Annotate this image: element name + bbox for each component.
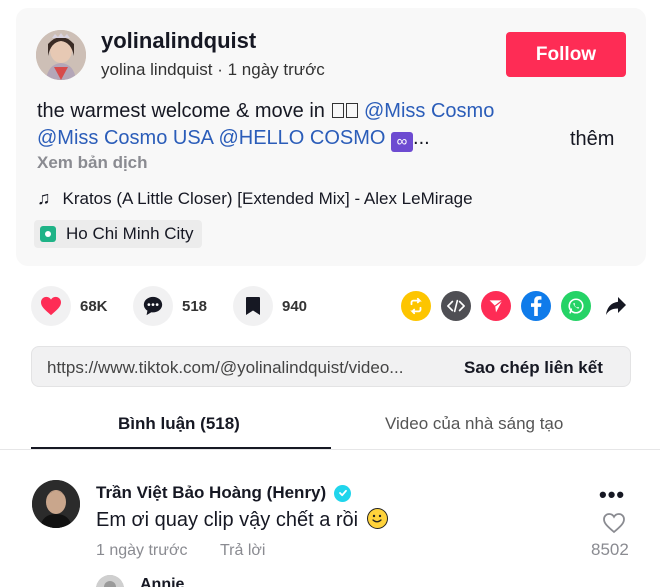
mention-link[interactable]: @Miss Cosmo — [364, 100, 494, 122]
separator-dot: · — [212, 60, 228, 79]
description-ellipsis: ... — [413, 127, 430, 149]
share-arrow-icon[interactable] — [601, 291, 631, 321]
like-count: 68K — [80, 297, 108, 315]
author-subline: yolina lindquist · 1 ngày trước — [101, 60, 325, 80]
tab-creator-videos[interactable]: Video của nhà sáng tạo — [385, 414, 563, 434]
smile-emoji-icon — [366, 508, 388, 529]
follow-button[interactable]: Follow — [506, 32, 626, 77]
bookmark-icon[interactable] — [233, 286, 273, 326]
description-line-2: @Miss Cosmo USA @HELLO COSMO ∞... — [37, 127, 430, 152]
heart-icon[interactable] — [31, 286, 71, 326]
location-label: Ho Chi Minh City — [66, 224, 194, 243]
verified-badge-icon — [334, 484, 352, 502]
see-translation-link[interactable]: Xem bản dịch — [37, 153, 148, 173]
comment-icon[interactable] — [133, 286, 173, 326]
description-line-1: the warmest welcome & move in @Miss Cosm… — [37, 100, 494, 123]
music-note-icon: ♫ — [37, 188, 51, 208]
comment-text: Em ơi quay clip vậy chết a rồi — [96, 509, 359, 531]
reply-author-name[interactable]: Annie — [140, 576, 184, 587]
like-action[interactable]: 68K — [31, 286, 108, 326]
facebook-icon[interactable] — [521, 291, 551, 321]
whatsapp-icon[interactable] — [561, 291, 591, 321]
tab-comments[interactable]: Bình luận (518) — [118, 414, 240, 434]
repost-icon[interactable] — [401, 291, 431, 321]
more-options-icon[interactable]: ••• — [599, 482, 625, 508]
see-more-link[interactable]: thêm — [570, 128, 614, 151]
reply-avatar[interactable] — [96, 575, 124, 587]
infinity-emoji-icon: ∞ — [391, 132, 414, 152]
author-display-name[interactable]: yolina lindquist — [101, 60, 213, 79]
music-title: Kratos (A Little Closer) [Extended Mix] … — [62, 188, 473, 208]
post-time: 1 ngày trước — [227, 60, 325, 79]
unknown-glyph-icon — [346, 103, 359, 118]
copy-link-button[interactable]: Sao chép liên kết — [464, 358, 603, 378]
video-url[interactable]: https://www.tiktok.com/@yolinalindquist/… — [47, 358, 403, 378]
location-pin-icon — [40, 226, 56, 242]
author-username[interactable]: yolinalindquist — [101, 28, 256, 54]
description-text: the warmest welcome & move in — [37, 100, 331, 122]
location-chip[interactable]: Ho Chi Minh City — [34, 220, 202, 248]
mention-link[interactable]: @HELLO COSMO — [218, 127, 385, 149]
save-count: 940 — [282, 297, 308, 315]
send-icon[interactable] — [481, 291, 511, 321]
music-link[interactable]: ♫ Kratos (A Little Closer) [Extended Mix… — [37, 188, 473, 209]
comment-count: 518 — [182, 297, 208, 315]
comment-like-icon[interactable] — [602, 512, 626, 539]
active-tab-indicator — [31, 447, 331, 449]
tab-divider — [0, 449, 660, 450]
comment-text-row: Em ơi quay clip vậy chết a rồi — [96, 508, 388, 532]
copy-link-box: https://www.tiktok.com/@yolinalindquist/… — [31, 346, 631, 387]
embed-icon[interactable] — [441, 291, 471, 321]
commenter-avatar[interactable] — [32, 480, 80, 528]
comment-like-count: 8502 — [591, 540, 629, 559]
unknown-glyph-icon — [332, 103, 345, 118]
mention-link[interactable]: @Miss Cosmo USA — [37, 127, 213, 149]
comment-action[interactable]: 518 — [133, 286, 207, 326]
author-avatar[interactable] — [36, 30, 86, 80]
comment-date: 1 ngày trước — [96, 542, 188, 559]
commenter-name-row: Trần Việt Bảo Hoàng (Henry) — [96, 483, 352, 503]
save-action[interactable]: 940 — [233, 286, 307, 326]
commenter-name[interactable]: Trần Việt Bảo Hoàng (Henry) — [96, 483, 326, 503]
reply-button[interactable]: Trả lời — [220, 542, 265, 560]
video-description-card: yolinalindquist yolina lindquist · 1 ngà… — [16, 8, 646, 266]
